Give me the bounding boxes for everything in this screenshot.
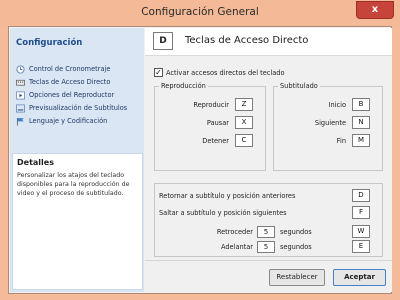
next-subtitle-key-field[interactable]: F xyxy=(352,206,370,219)
dialog-footer: Restablecer Aceptar xyxy=(145,260,392,292)
advance-label: Adelantar xyxy=(220,243,253,251)
stop-label: Detener xyxy=(202,137,229,145)
sidebar-item-player[interactable]: Opciones del Reproductor xyxy=(16,88,140,102)
settings-window: Configuración General x Configuración Co… xyxy=(0,0,400,300)
start-label: Inicio xyxy=(328,101,346,109)
sidebar-item-timing[interactable]: Control de Cronometraje xyxy=(16,62,140,76)
advance-seconds-input[interactable]: 5 xyxy=(257,241,275,253)
window-title: Configuración General xyxy=(141,6,259,18)
sidebar: Configuración Control de Cronometraje Te… xyxy=(10,28,144,292)
advance-key-field[interactable]: E xyxy=(352,240,370,253)
sidebar-item-label: Lenguaje y Codificación xyxy=(29,117,108,125)
reset-button[interactable]: Restablecer xyxy=(269,269,325,286)
details-panel: Detalles Personalizar los atajos del tec… xyxy=(12,153,143,290)
subtitle-group-label: Subtitulado xyxy=(278,82,320,90)
rewind-seconds-input[interactable]: 5 xyxy=(257,226,275,238)
player-icon xyxy=(16,91,25,100)
sidebar-item-label: Control de Cronometraje xyxy=(29,65,111,73)
subtitle-group: Subtitulado Inicio B Siguiente N Fin M xyxy=(273,82,383,171)
sidebar-item-label: Opciones del Reproductor xyxy=(29,91,115,99)
start-key-field[interactable]: B xyxy=(352,98,370,111)
rewind-key-field[interactable]: W xyxy=(352,225,370,238)
flag-icon xyxy=(16,117,25,126)
next-label: Siguiente xyxy=(314,119,346,127)
content-header: D Teclas de Acceso Directo xyxy=(145,28,392,56)
details-title: Detalles xyxy=(17,158,54,167)
previous-subtitle-label: Retornar a subtítulo y posición anterior… xyxy=(159,192,296,200)
checkbox-check-icon[interactable]: ✓ xyxy=(154,68,163,77)
sidebar-heading: Configuración xyxy=(16,38,83,48)
rewind-unit-label: segundos xyxy=(280,228,312,236)
clock-icon xyxy=(16,64,25,74)
navigation-group: Retornar a subtítulo y posición anterior… xyxy=(154,183,383,257)
pause-label: Pausar xyxy=(206,119,229,127)
playback-group: Reproducción Reproducir Z Pausar X Deten… xyxy=(154,82,266,171)
play-key-field[interactable]: Z xyxy=(235,98,253,111)
keyboard-icon xyxy=(16,78,25,87)
end-key-field[interactable]: M xyxy=(352,134,370,147)
client-area: Configuración Control de Cronometraje Te… xyxy=(8,26,392,294)
accept-button[interactable]: Aceptar xyxy=(333,269,386,286)
previous-subtitle-key-field[interactable]: D xyxy=(352,189,370,202)
next-key-field[interactable]: N xyxy=(352,116,370,129)
sidebar-item-language[interactable]: Lenguaje y Codificación xyxy=(16,114,140,128)
playback-group-label: Reproducción xyxy=(159,82,208,90)
rewind-label: Retroceder xyxy=(216,228,253,236)
end-label: Fin xyxy=(336,137,346,145)
next-subtitle-label: Saltar a subtítulo y posición siguientes xyxy=(159,209,287,217)
preview-icon xyxy=(16,104,25,113)
keyboard-key-icon: D xyxy=(153,32,173,50)
enable-shortcuts-checkbox[interactable]: ✓ Activar accesos directos del teclado xyxy=(154,68,284,77)
pause-key-field[interactable]: X xyxy=(235,116,253,129)
sidebar-item-subtitle-preview[interactable]: Previsualización de Subtítulos xyxy=(16,101,140,115)
title-bar[interactable]: Configuración General x xyxy=(0,0,400,26)
sidebar-item-shortcuts[interactable]: Teclas de Acceso Directo xyxy=(16,75,140,89)
page-title: Teclas de Acceso Directo xyxy=(185,35,309,46)
advance-unit-label: segundos xyxy=(280,243,312,251)
enable-shortcuts-label: Activar accesos directos del teclado xyxy=(166,68,285,77)
content-panel: D Teclas de Acceso Directo ✓ Activar acc… xyxy=(145,28,392,292)
close-button[interactable]: x xyxy=(356,1,394,19)
sidebar-item-label: Previsualización de Subtítulos xyxy=(29,104,128,112)
details-text: Personalizar los atajos del teclado disp… xyxy=(17,172,130,197)
close-icon: x xyxy=(371,4,379,15)
play-label: Reproducir xyxy=(193,101,229,109)
sidebar-item-label: Teclas de Acceso Directo xyxy=(29,78,111,86)
stop-key-field[interactable]: C xyxy=(235,134,253,147)
